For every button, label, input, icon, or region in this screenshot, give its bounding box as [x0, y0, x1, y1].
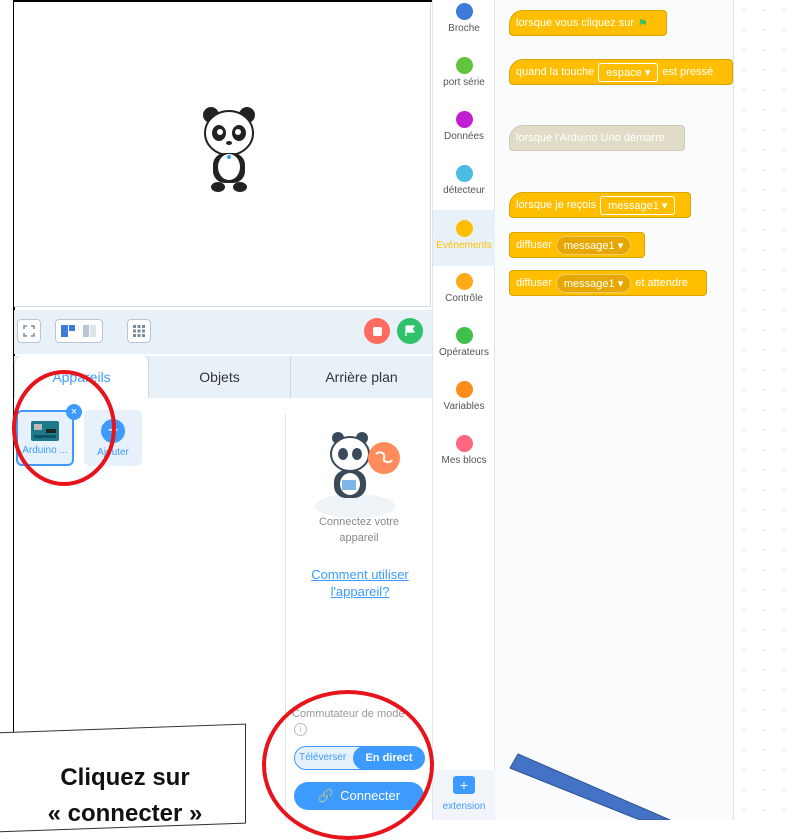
block-when-flag-clicked[interactable]: lorsque vous cliquez sur ⚑	[509, 10, 667, 36]
tab-arriere-plan[interactable]: Arrière plan	[290, 356, 432, 398]
block-palette: lorsque vous cliquez sur ⚑ quand la touc…	[495, 0, 733, 820]
category-dot-icon	[455, 57, 473, 74]
category-controle[interactable]: Contrôle	[433, 273, 495, 327]
block-when-arduino-starts[interactable]: lorsque l'Arduino Uno démarre	[509, 125, 685, 151]
grid-icon[interactable]	[127, 319, 151, 343]
message-dropdown[interactable]: message1 ▾	[555, 273, 632, 293]
category-mes-blocs[interactable]: Mes blocs	[433, 435, 495, 489]
annotation-callout-text: Cliquez sur « connecter »	[47, 764, 203, 827]
category-variables[interactable]: Variables	[433, 381, 495, 435]
block-when-i-receive[interactable]: lorsque je reçois message1 ▾	[509, 192, 691, 218]
stage-toolbar	[14, 310, 432, 354]
category-dot-icon	[455, 3, 473, 20]
category-port-serie[interactable]: port série	[433, 57, 495, 111]
stage[interactable]	[14, 2, 431, 307]
block-broadcast[interactable]: diffuser message1 ▾	[509, 232, 645, 258]
tab-objets[interactable]: Objets	[148, 356, 290, 398]
green-flag-icon[interactable]	[397, 318, 423, 344]
key-dropdown[interactable]: espace ▾	[598, 62, 659, 82]
block-categories: Broche port série Données détecteur Évén…	[432, 0, 495, 820]
annotation-circle-connect	[262, 690, 434, 840]
green-flag-icon: ⚑	[638, 17, 648, 30]
layout-toggle[interactable]	[55, 319, 103, 343]
category-operateurs[interactable]: Opérateurs	[433, 327, 495, 381]
category-dot-icon	[455, 273, 473, 290]
category-dot-icon	[455, 220, 473, 237]
message-dropdown[interactable]: message1 ▾	[600, 195, 676, 215]
category-donnees[interactable]: Données	[433, 111, 495, 165]
category-broche[interactable]: Broche	[433, 3, 495, 57]
extension-icon: +	[453, 776, 475, 794]
stop-icon[interactable]	[364, 318, 390, 344]
category-dot-icon	[455, 435, 473, 452]
category-dot-icon	[455, 111, 473, 128]
layout-stage-icon	[61, 325, 96, 337]
block-when-key-pressed[interactable]: quand la touche espace ▾ est pressé	[509, 59, 733, 85]
panda-sprite[interactable]	[199, 105, 259, 195]
extension-button[interactable]: + extension	[433, 770, 495, 820]
script-area[interactable]	[733, 0, 799, 820]
message-dropdown[interactable]: message1 ▾	[555, 235, 632, 255]
connect-message: Connectez votre appareil	[318, 516, 400, 544]
panda-connect-illustration	[315, 432, 400, 518]
category-evenements[interactable]: Événements	[433, 210, 495, 266]
annotation-arrow	[509, 753, 671, 820]
fullscreen-icon[interactable]	[17, 319, 41, 343]
block-broadcast-and-wait[interactable]: diffuser message1 ▾ et attendre	[509, 270, 707, 296]
category-dot-icon	[455, 165, 473, 182]
annotation-circle-device	[12, 370, 116, 486]
help-link[interactable]: Comment utiliser l'appareil?	[300, 566, 420, 600]
category-dot-icon	[455, 327, 473, 344]
category-dot-icon	[455, 381, 473, 398]
